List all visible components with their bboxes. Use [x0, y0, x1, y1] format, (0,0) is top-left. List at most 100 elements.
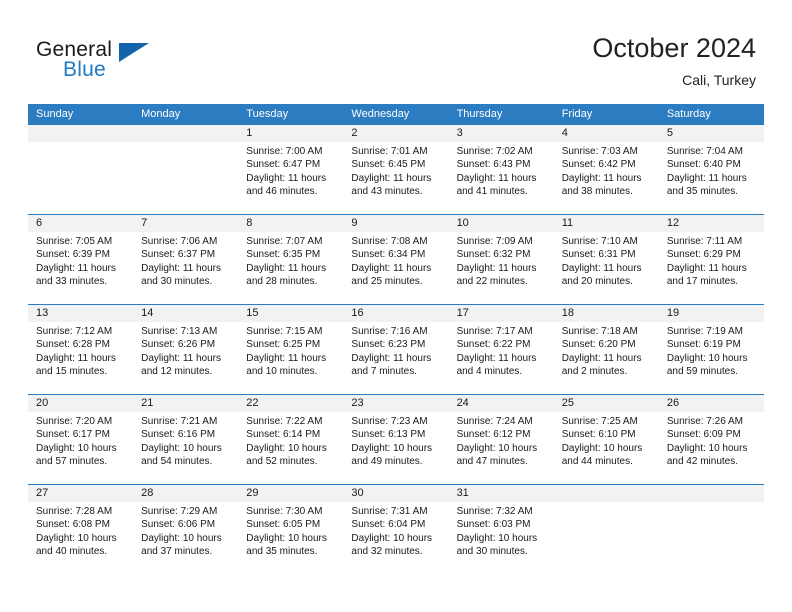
day-number[interactable]: [133, 125, 238, 142]
day-cell[interactable]: Sunrise: 7:13 AM Sunset: 6:26 PM Dayligh…: [133, 322, 238, 394]
day-cell[interactable]: Sunrise: 7:07 AM Sunset: 6:35 PM Dayligh…: [238, 232, 343, 304]
sunrise-text: Sunrise: 7:07 AM: [246, 236, 323, 247]
day-cell[interactable]: Sunrise: 7:05 AM Sunset: 6:39 PM Dayligh…: [28, 232, 133, 304]
day-number[interactable]: 13: [28, 305, 133, 322]
day-number[interactable]: 1: [238, 125, 343, 142]
weekday-monday: Monday: [141, 108, 181, 120]
day-number[interactable]: [554, 485, 659, 502]
sunset-text: Sunset: 6:16 PM: [141, 429, 216, 441]
daylight-text-line2: and 52 minutes.: [246, 456, 318, 468]
day-number[interactable]: 7: [133, 215, 238, 232]
day-number[interactable]: [28, 125, 133, 142]
day-cell[interactable]: Sunrise: 7:01 AM Sunset: 6:45 PM Dayligh…: [343, 142, 448, 214]
day-number[interactable]: 29: [238, 485, 343, 502]
day-number[interactable]: 16: [343, 305, 448, 322]
day-cell[interactable]: Sunrise: 7:30 AM Sunset: 6:05 PM Dayligh…: [238, 502, 343, 574]
day-cell[interactable]: Sunrise: 7:00 AM Sunset: 6:47 PM Dayligh…: [238, 142, 343, 214]
day-number[interactable]: 6: [28, 215, 133, 232]
day-cell[interactable]: Sunrise: 7:03 AM Sunset: 6:42 PM Dayligh…: [554, 142, 659, 214]
day-number[interactable]: 18: [554, 305, 659, 322]
day-number[interactable]: 11: [554, 215, 659, 232]
day-number[interactable]: 28: [133, 485, 238, 502]
sunset-text: Sunset: 6:47 PM: [246, 159, 321, 171]
sunrise-text: Sunrise: 7:22 AM: [246, 416, 323, 427]
day-cell[interactable]: Sunrise: 7:15 AM Sunset: 6:25 PM Dayligh…: [238, 322, 343, 394]
day-cell[interactable]: Sunrise: 7:18 AM Sunset: 6:20 PM Dayligh…: [554, 322, 659, 394]
week-day-details: Sunrise: 7:12 AM Sunset: 6:28 PM Dayligh…: [28, 322, 764, 394]
day-number[interactable]: 8: [238, 215, 343, 232]
sunset-text: Sunset: 6:14 PM: [246, 429, 321, 441]
week-date-numbers: 6 7 8 9 10 11 12: [28, 215, 764, 232]
day-cell[interactable]: [28, 142, 133, 214]
daylight-text-line1: Daylight: 11 hours: [561, 172, 642, 184]
day-number[interactable]: 12: [659, 215, 764, 232]
sunset-text: Sunset: 6:10 PM: [561, 429, 636, 441]
daylight-text-line1: Daylight: 11 hours: [456, 352, 537, 364]
daylight-text-line2: and 12 minutes.: [141, 366, 213, 378]
daylight-text-line2: and 38 minutes.: [561, 186, 633, 198]
day-cell[interactable]: Sunrise: 7:10 AM Sunset: 6:31 PM Dayligh…: [554, 232, 659, 304]
day-number[interactable]: 19: [659, 305, 764, 322]
day-cell[interactable]: Sunrise: 7:28 AM Sunset: 6:08 PM Dayligh…: [28, 502, 133, 574]
daylight-text-line1: Daylight: 11 hours: [36, 352, 116, 364]
day-number[interactable]: 22: [238, 395, 343, 412]
sunrise-text: Sunrise: 7:00 AM: [246, 146, 323, 157]
day-cell[interactable]: Sunrise: 7:02 AM Sunset: 6:43 PM Dayligh…: [449, 142, 554, 214]
daylight-text-line2: and 30 minutes.: [141, 276, 213, 288]
day-number[interactable]: 23: [343, 395, 448, 412]
day-cell[interactable]: Sunrise: 7:17 AM Sunset: 6:22 PM Dayligh…: [449, 322, 554, 394]
day-cell[interactable]: Sunrise: 7:12 AM Sunset: 6:28 PM Dayligh…: [28, 322, 133, 394]
day-number[interactable]: 24: [449, 395, 554, 412]
sunset-text: Sunset: 6:05 PM: [246, 519, 321, 531]
day-cell[interactable]: [659, 502, 764, 574]
day-cell[interactable]: Sunrise: 7:26 AM Sunset: 6:09 PM Dayligh…: [659, 412, 764, 484]
day-cell[interactable]: Sunrise: 7:06 AM Sunset: 6:37 PM Dayligh…: [133, 232, 238, 304]
day-cell[interactable]: Sunrise: 7:21 AM Sunset: 6:16 PM Dayligh…: [133, 412, 238, 484]
daylight-text-line2: and 25 minutes.: [351, 276, 423, 288]
day-cell[interactable]: Sunrise: 7:32 AM Sunset: 6:03 PM Dayligh…: [449, 502, 554, 574]
day-cell[interactable]: [133, 142, 238, 214]
day-cell[interactable]: Sunrise: 7:20 AM Sunset: 6:17 PM Dayligh…: [28, 412, 133, 484]
day-number[interactable]: 31: [449, 485, 554, 502]
sunset-text: Sunset: 6:32 PM: [456, 249, 531, 261]
day-number[interactable]: 20: [28, 395, 133, 412]
day-cell[interactable]: Sunrise: 7:24 AM Sunset: 6:12 PM Dayligh…: [449, 412, 554, 484]
sunset-text: Sunset: 6:04 PM: [351, 519, 426, 531]
brand-logo[interactable]: General Blue: [36, 38, 216, 90]
day-number[interactable]: 21: [133, 395, 238, 412]
day-number[interactable]: 5: [659, 125, 764, 142]
day-number[interactable]: 27: [28, 485, 133, 502]
day-cell[interactable]: Sunrise: 7:16 AM Sunset: 6:23 PM Dayligh…: [343, 322, 448, 394]
daylight-text-line2: and 33 minutes.: [36, 276, 108, 288]
daylight-text-line2: and 57 minutes.: [36, 456, 108, 468]
day-cell[interactable]: Sunrise: 7:22 AM Sunset: 6:14 PM Dayligh…: [238, 412, 343, 484]
day-number[interactable]: 9: [343, 215, 448, 232]
day-cell[interactable]: [554, 502, 659, 574]
day-number[interactable]: [659, 485, 764, 502]
day-number[interactable]: 17: [449, 305, 554, 322]
daylight-text-line1: Daylight: 10 hours: [246, 532, 327, 544]
day-cell[interactable]: Sunrise: 7:04 AM Sunset: 6:40 PM Dayligh…: [659, 142, 764, 214]
day-cell[interactable]: Sunrise: 7:09 AM Sunset: 6:32 PM Dayligh…: [449, 232, 554, 304]
day-cell[interactable]: Sunrise: 7:25 AM Sunset: 6:10 PM Dayligh…: [554, 412, 659, 484]
daylight-text-line2: and 17 minutes.: [666, 276, 739, 288]
day-cell[interactable]: Sunrise: 7:29 AM Sunset: 6:06 PM Dayligh…: [133, 502, 238, 574]
day-cell[interactable]: Sunrise: 7:11 AM Sunset: 6:29 PM Dayligh…: [659, 232, 764, 304]
sunrise-text: Sunrise: 7:02 AM: [456, 146, 533, 157]
day-number[interactable]: 3: [449, 125, 554, 142]
daylight-text-line1: Daylight: 11 hours: [456, 262, 537, 274]
day-cell[interactable]: Sunrise: 7:23 AM Sunset: 6:13 PM Dayligh…: [343, 412, 448, 484]
day-number[interactable]: 25: [554, 395, 659, 412]
day-number[interactable]: 4: [554, 125, 659, 142]
daylight-text-line2: and 30 minutes.: [456, 546, 528, 558]
day-number[interactable]: 10: [449, 215, 554, 232]
day-cell[interactable]: Sunrise: 7:31 AM Sunset: 6:04 PM Dayligh…: [343, 502, 448, 574]
daylight-text-line2: and 42 minutes.: [666, 456, 739, 468]
day-cell[interactable]: Sunrise: 7:19 AM Sunset: 6:19 PM Dayligh…: [659, 322, 764, 394]
day-cell[interactable]: Sunrise: 7:08 AM Sunset: 6:34 PM Dayligh…: [343, 232, 448, 304]
day-number[interactable]: 15: [238, 305, 343, 322]
day-number[interactable]: 2: [343, 125, 448, 142]
day-number[interactable]: 26: [659, 395, 764, 412]
day-number[interactable]: 14: [133, 305, 238, 322]
day-number[interactable]: 30: [343, 485, 448, 502]
